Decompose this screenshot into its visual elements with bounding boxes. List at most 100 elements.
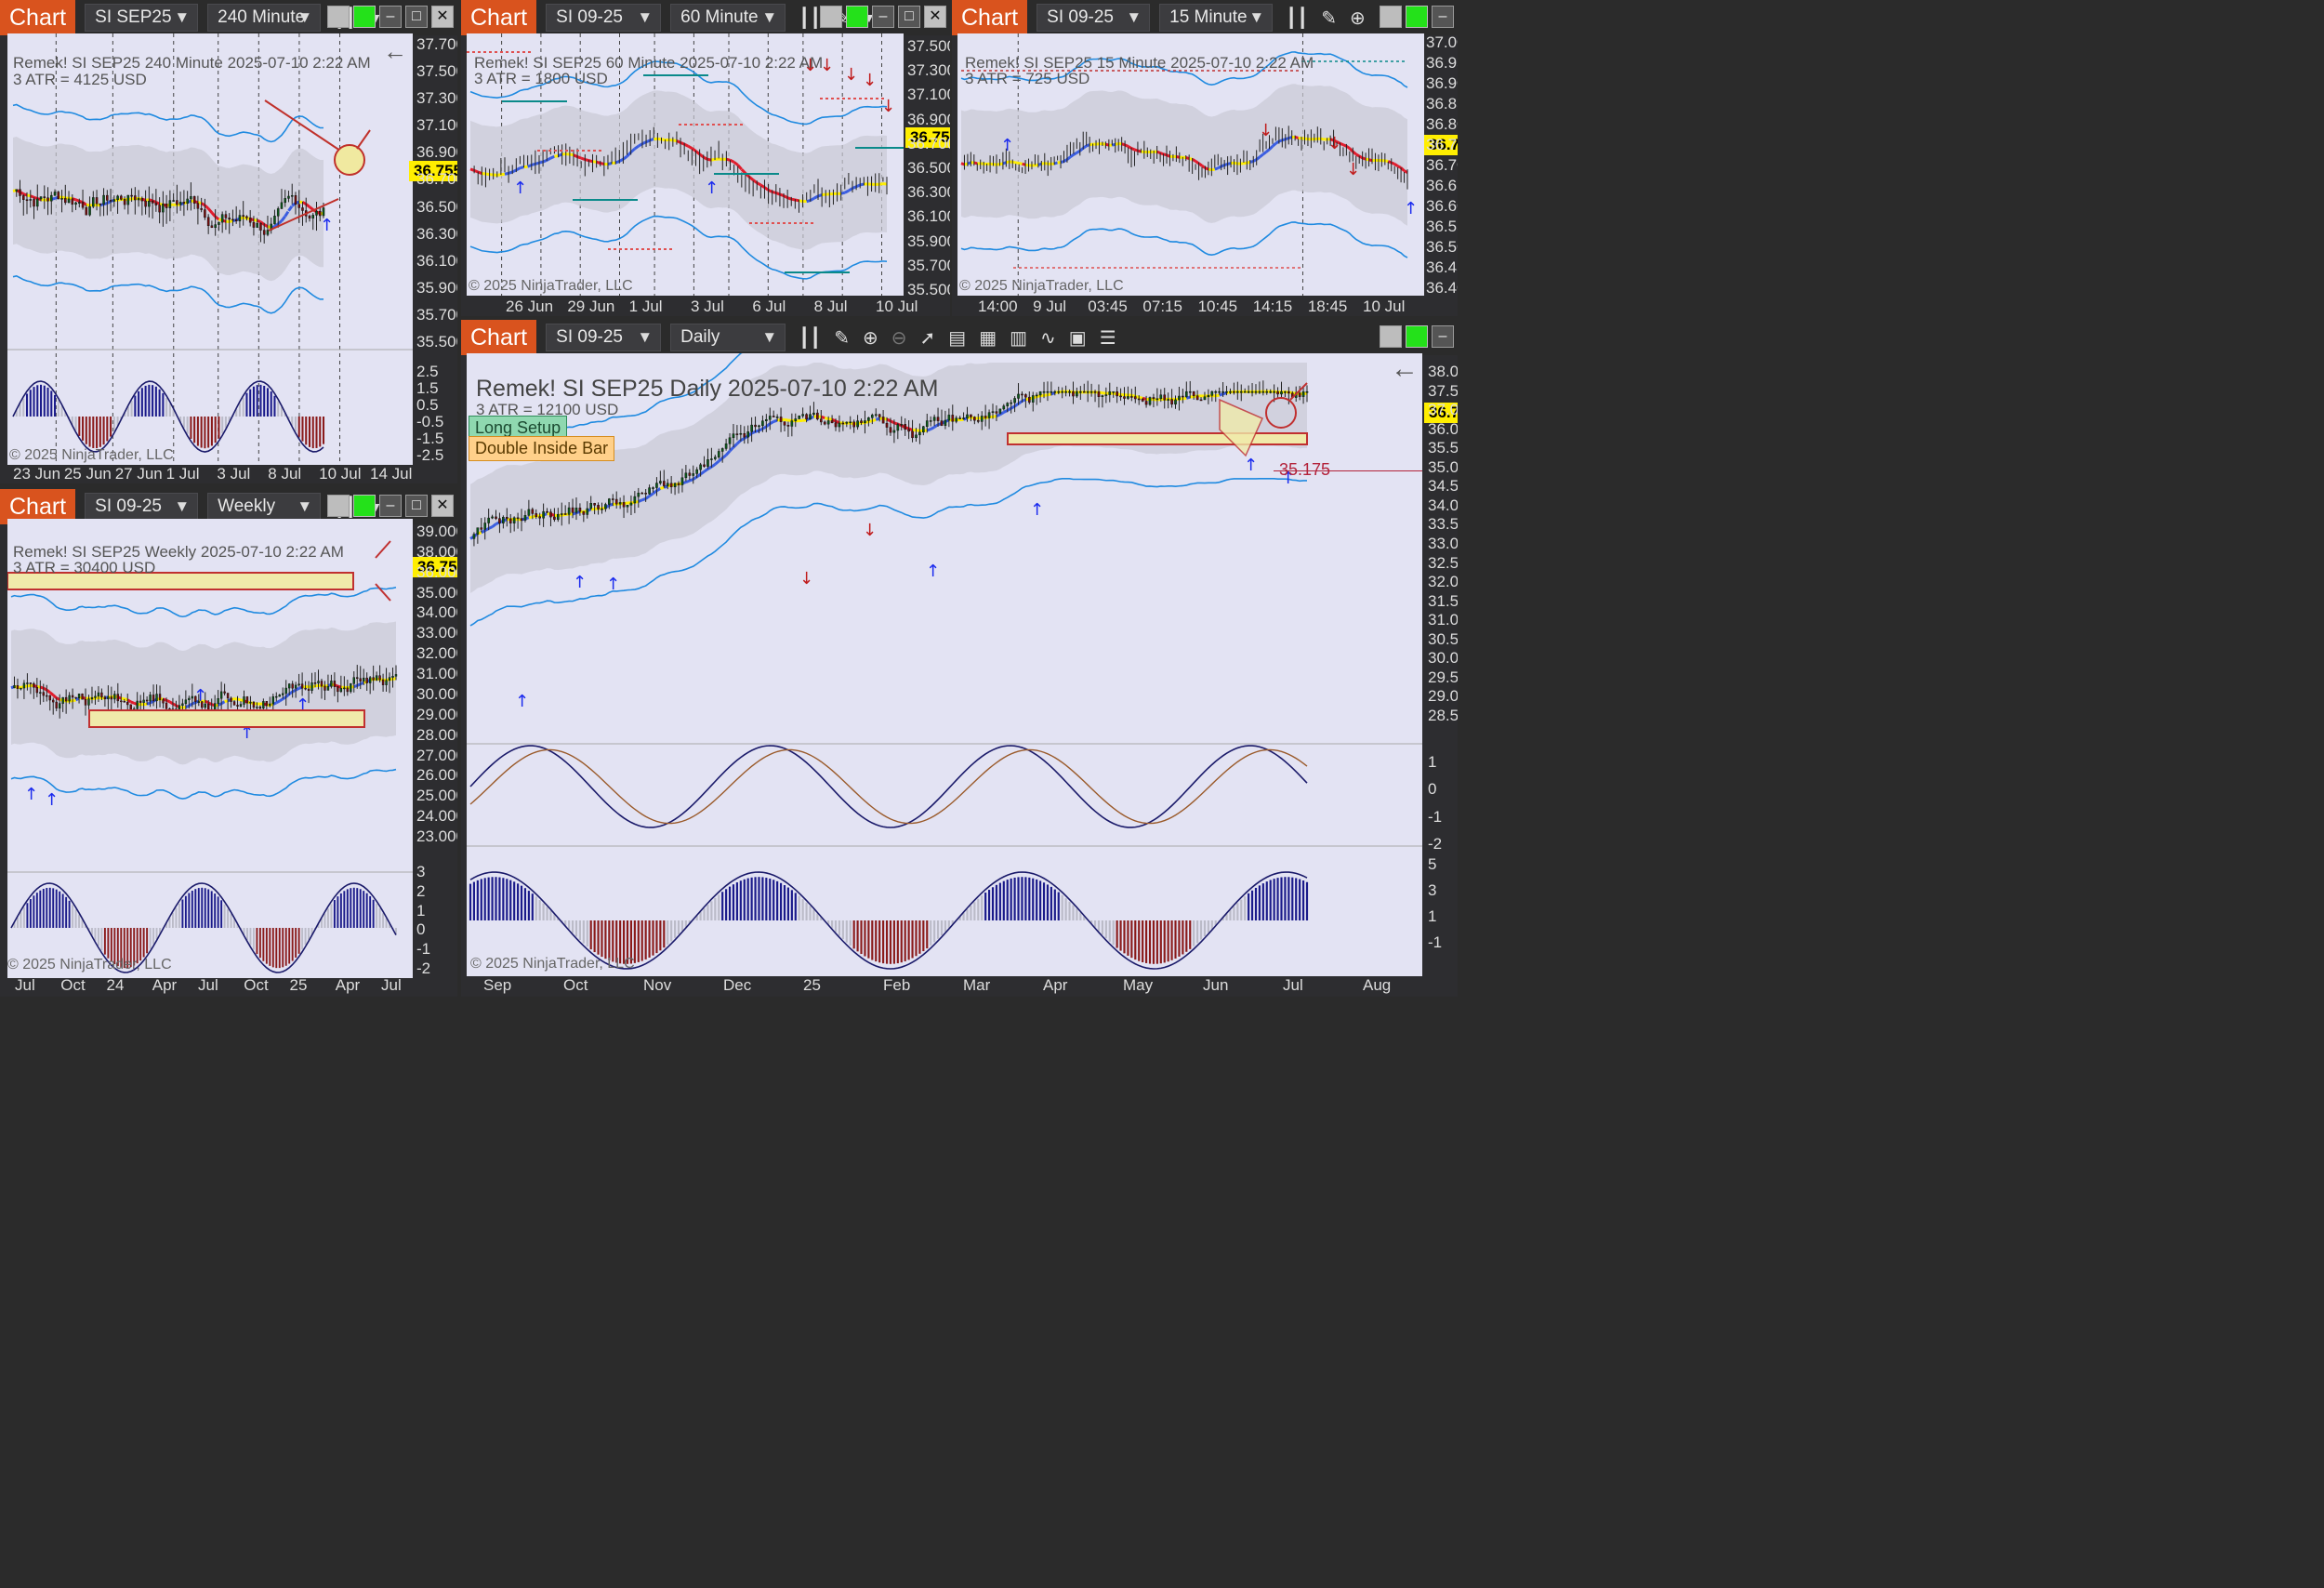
trend-line-segment — [769, 420, 774, 425]
double-inside-bar-label: Double Inside Bar — [469, 436, 615, 461]
close-button[interactable]: ✕ — [431, 495, 454, 517]
data-box-icon[interactable]: ▤ — [948, 326, 966, 350]
histogram-bar — [940, 920, 944, 936]
arrow-left-icon[interactable]: ← — [1391, 353, 1419, 385]
arrow-left-icon[interactable]: ← — [383, 37, 407, 66]
window-link-button[interactable] — [327, 6, 350, 28]
histogram-bar — [1002, 880, 1005, 920]
drawing-tool-icon[interactable]: ✎ — [834, 326, 850, 350]
interval-selector[interactable]: Weekly ▼ — [207, 493, 322, 521]
bar-style-icon[interactable]: ┃┃ — [799, 7, 821, 30]
zoom-out-icon[interactable]: ⊖ — [891, 326, 907, 350]
window-link-button[interactable] — [820, 6, 842, 28]
candle-body — [1188, 390, 1192, 393]
instrument-selector[interactable]: SI SEP25 ▼ — [85, 4, 199, 32]
histogram-bar — [204, 888, 206, 928]
window-color-button[interactable] — [1406, 325, 1428, 348]
chart-menu-button[interactable]: Chart — [461, 0, 537, 35]
trend-line-segment — [1069, 153, 1075, 158]
trend-line-segment — [1021, 398, 1027, 403]
maximize-button[interactable]: □ — [898, 6, 920, 28]
y-tick-label: 27.000 — [416, 746, 457, 764]
window-link-button[interactable] — [1380, 325, 1402, 348]
properties-icon[interactable]: ▦ — [979, 326, 997, 350]
trend-line-segment — [1396, 165, 1402, 169]
minimize-button[interactable]: – — [1432, 6, 1454, 28]
candle-body — [50, 194, 53, 202]
candle-body — [502, 516, 505, 523]
interval-selector[interactable]: 240 Minute ▼ — [207, 4, 322, 32]
candle-body — [826, 420, 830, 425]
x-tick-label: Oct — [244, 976, 269, 994]
candle-body — [60, 198, 63, 200]
interval-selector[interactable]: 15 Minute ▼ — [1159, 4, 1274, 32]
candle-body — [1137, 398, 1141, 401]
close-button[interactable]: ✕ — [431, 6, 454, 28]
close-button[interactable]: ✕ — [924, 6, 946, 28]
window-link-button[interactable] — [327, 495, 350, 517]
trend-line-segment — [1111, 142, 1116, 147]
window-color-button[interactable] — [353, 495, 376, 517]
trend-line-segment — [706, 465, 713, 470]
candle-body — [1097, 391, 1101, 397]
candle-body — [582, 510, 586, 515]
chart-menu-button[interactable]: Chart — [461, 320, 537, 355]
candle-body — [220, 214, 224, 223]
instrument-selector[interactable]: SI 09-25 ▼ — [85, 493, 199, 521]
instrument-selector[interactable]: SI 09-25 ▼ — [1037, 4, 1151, 32]
window-color-button[interactable] — [353, 6, 376, 28]
histogram-bar — [29, 899, 32, 928]
zoom-icon[interactable]: ⊕ — [1350, 7, 1366, 30]
trend-line-segment — [1227, 162, 1232, 165]
zoom-in-icon[interactable]: ⊕ — [863, 326, 878, 350]
candle-body — [42, 692, 45, 696]
window-color-button[interactable] — [1406, 6, 1428, 28]
trend-line-segment — [1166, 153, 1171, 158]
price-panel[interactable]: ↑ — [7, 33, 413, 465]
trend-line-segment — [655, 487, 662, 493]
candle-body — [1265, 390, 1269, 393]
indicators-icon[interactable]: ▥ — [1010, 326, 1027, 350]
y-tick-label: 5 — [1428, 855, 1437, 873]
minimize-button[interactable]: – — [872, 6, 894, 28]
instrument-selector[interactable]: SI 09-25 ▼ — [546, 4, 662, 32]
interval-selector[interactable]: Daily ▼ — [670, 324, 786, 351]
trend-line-segment — [1176, 154, 1181, 159]
histogram-bar — [1236, 903, 1239, 920]
window-color-button[interactable] — [846, 6, 868, 28]
templates-icon[interactable]: ▣ — [1069, 326, 1087, 350]
minimize-button[interactable]: – — [379, 495, 402, 517]
trend-line-segment — [813, 194, 819, 200]
chart-menu-button[interactable]: Chart — [952, 0, 1028, 35]
candle-body — [148, 200, 151, 207]
candle-body — [885, 422, 889, 428]
pointer-icon[interactable]: ➚ — [920, 326, 936, 350]
maximize-button[interactable]: □ — [405, 6, 428, 28]
candle-body — [1027, 396, 1031, 403]
candle-body — [783, 421, 786, 426]
chart-window-daily: Chart SI 09-25 ▼ Daily ▼ ┃┃ ✎ ⊕ ⊖ ➚ ▤ ▦ ▥ … — [461, 320, 1458, 997]
bar-style-icon[interactable]: ┃┃ — [799, 326, 821, 350]
instrument-selector[interactable]: SI 09-25 ▼ — [546, 324, 662, 351]
strategies-icon[interactable]: ∿ — [1040, 326, 1056, 350]
interval-selector[interactable]: 60 Minute ▼ — [670, 4, 786, 32]
minimize-button[interactable]: – — [1432, 325, 1454, 348]
trend-line-segment — [200, 202, 206, 207]
histogram-bar — [74, 909, 77, 928]
list-icon[interactable]: ☰ — [1100, 326, 1116, 350]
candle-body — [181, 703, 184, 706]
signal-arrow-icon: ↑ — [515, 692, 529, 711]
chart-menu-button[interactable]: Chart — [0, 0, 76, 35]
maximize-button[interactable]: □ — [405, 495, 428, 517]
histogram-bar — [574, 920, 578, 937]
window-link-button[interactable] — [1380, 6, 1402, 28]
trend-line-segment — [554, 154, 559, 158]
bar-style-icon[interactable]: ┃┃ — [1286, 7, 1308, 30]
drawing-tool-icon[interactable]: ✎ — [1321, 7, 1337, 30]
histogram-bar — [604, 920, 607, 959]
price-panel[interactable]: ↑ ↑ ↑ ↑ ↑ — [7, 519, 413, 978]
minimize-button[interactable]: – — [379, 6, 402, 28]
histogram-bar — [256, 928, 258, 955]
candle-body — [947, 415, 951, 421]
candle-body — [586, 508, 589, 515]
